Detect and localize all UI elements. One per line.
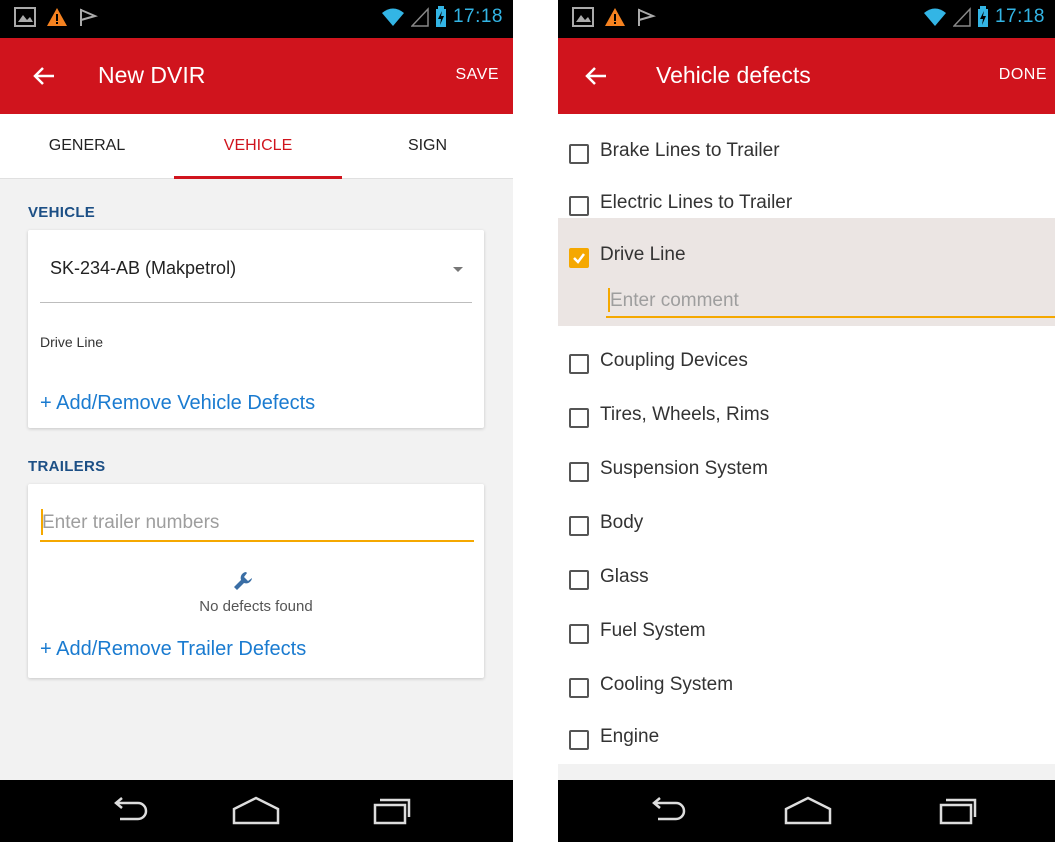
app-bar: New DVIR SAVE [0, 38, 513, 114]
save-button[interactable]: SAVE [456, 66, 500, 84]
checkbox[interactable] [569, 462, 589, 482]
recents-nav-icon[interactable] [372, 795, 412, 827]
checkbox[interactable] [569, 678, 589, 698]
dropdown-arrow-icon [453, 267, 463, 272]
recents-nav-icon[interactable] [938, 795, 978, 827]
tab-bar: GENERAL VEHICLE SIGN [0, 114, 513, 179]
signal-icon [952, 7, 971, 27]
home-nav-icon[interactable] [782, 795, 834, 827]
checkbox[interactable] [569, 730, 589, 750]
trailers-card: No defects found + Add/Remove Trailer De… [28, 484, 484, 678]
defect-item-body[interactable]: Body [558, 498, 1055, 552]
battery-charging-icon [435, 6, 446, 27]
defect-item-label: Glass [600, 566, 649, 587]
checkbox[interactable] [569, 624, 589, 644]
vehicle-defects-summary: Drive Line [40, 334, 104, 350]
wrench-icon [234, 572, 252, 590]
home-nav-icon[interactable] [230, 795, 282, 827]
notification-flag-icon [80, 8, 98, 26]
defect-item-cooling-system[interactable]: Cooling System [558, 660, 1055, 714]
warning-icon [47, 8, 67, 26]
app-bar: Vehicle defects DONE [558, 38, 1055, 114]
defect-item-coupling-devices[interactable]: Coupling Devices [558, 336, 1055, 390]
page-title: Vehicle defects [656, 62, 811, 88]
defects-list: Brake Lines to Trailer Electric Lines to… [558, 114, 1055, 764]
battery-charging-icon [977, 6, 988, 27]
status-bar: 17:18 [558, 0, 1055, 38]
defect-item-drive-line[interactable]: Drive Line [558, 218, 1055, 326]
add-remove-vehicle-defects-link[interactable]: + Add/Remove Vehicle Defects [40, 392, 315, 415]
defect-item-tires-wheels-rims[interactable]: Tires, Wheels, Rims [558, 390, 1055, 444]
defect-item-label: Engine [600, 726, 660, 747]
tab-vehicle[interactable]: VEHICLE [174, 114, 342, 178]
vehicle-section-label: VEHICLE [28, 204, 96, 221]
vehicle-defects-screen: 17:18 Vehicle defects DONE Brake Lines t… [558, 0, 1055, 842]
warning-icon [605, 8, 625, 26]
trailers-section-label: TRAILERS [28, 458, 106, 475]
dvir-screen: 17:18 New DVIR SAVE GENERAL VEHICLE SIGN… [0, 0, 513, 842]
navigation-bar [558, 780, 1055, 842]
checkbox[interactable] [569, 354, 589, 374]
back-arrow-icon[interactable] [578, 58, 614, 94]
tab-general[interactable]: GENERAL [0, 114, 174, 178]
notification-flag-icon [638, 8, 656, 26]
navigation-bar [0, 780, 513, 842]
status-time: 17:18 [994, 6, 1045, 27]
vehicle-card: SK-234-AB (Makpetrol) Drive Line + Add/R… [28, 230, 484, 428]
text-cursor [608, 288, 610, 312]
signal-icon [410, 7, 429, 27]
defect-item-label: Cooling System [600, 674, 734, 695]
defect-item-label: Body [600, 512, 644, 533]
gallery-icon [14, 7, 36, 27]
checkmark-icon [573, 253, 585, 264]
checkbox[interactable] [569, 144, 589, 164]
defect-item-brake-lines-to-trailer[interactable]: Brake Lines to Trailer [558, 126, 1055, 180]
defect-item-label: Electric Lines to Trailer [600, 192, 793, 213]
defect-item-label: Suspension System [600, 458, 768, 479]
wifi-icon [381, 8, 404, 26]
active-tab-indicator [174, 176, 342, 179]
defect-item-label: Coupling Devices [600, 350, 748, 371]
defect-item-fuel-system[interactable]: Fuel System [558, 606, 1055, 660]
defect-item-label: Fuel System [600, 620, 706, 641]
tab-sign[interactable]: SIGN [342, 114, 513, 178]
back-arrow-icon[interactable] [26, 58, 62, 94]
status-bar: 17:18 [0, 0, 513, 38]
trailer-numbers-input[interactable] [40, 506, 474, 542]
comment-input[interactable] [606, 286, 1055, 318]
checkbox[interactable] [569, 196, 589, 216]
done-button[interactable]: DONE [999, 66, 1047, 84]
checkbox[interactable] [569, 408, 589, 428]
defect-item-engine[interactable]: Engine [558, 712, 1055, 766]
back-nav-icon[interactable] [108, 795, 148, 825]
back-nav-icon[interactable] [646, 795, 686, 825]
add-remove-trailer-defects-link[interactable]: + Add/Remove Trailer Defects [40, 638, 306, 661]
defect-item-label: Drive Line [600, 244, 686, 265]
defect-item-label: Brake Lines to Trailer [600, 140, 780, 161]
checkbox[interactable] [569, 516, 589, 536]
wifi-icon [923, 8, 946, 26]
vehicle-dropdown-value: SK-234-AB (Makpetrol) [50, 258, 237, 278]
defect-item-suspension-system[interactable]: Suspension System [558, 444, 1055, 498]
text-cursor [41, 509, 43, 535]
checkbox-checked[interactable] [569, 248, 589, 268]
defect-item-label: Tires, Wheels, Rims [600, 404, 770, 425]
gallery-icon [572, 7, 594, 27]
checkbox[interactable] [569, 570, 589, 590]
status-time: 17:18 [452, 6, 503, 27]
page-title: New DVIR [98, 62, 206, 88]
vehicle-dropdown[interactable]: SK-234-AB (Makpetrol) [40, 254, 472, 303]
no-defects-text: No defects found [199, 598, 313, 615]
defect-item-glass[interactable]: Glass [558, 552, 1055, 606]
